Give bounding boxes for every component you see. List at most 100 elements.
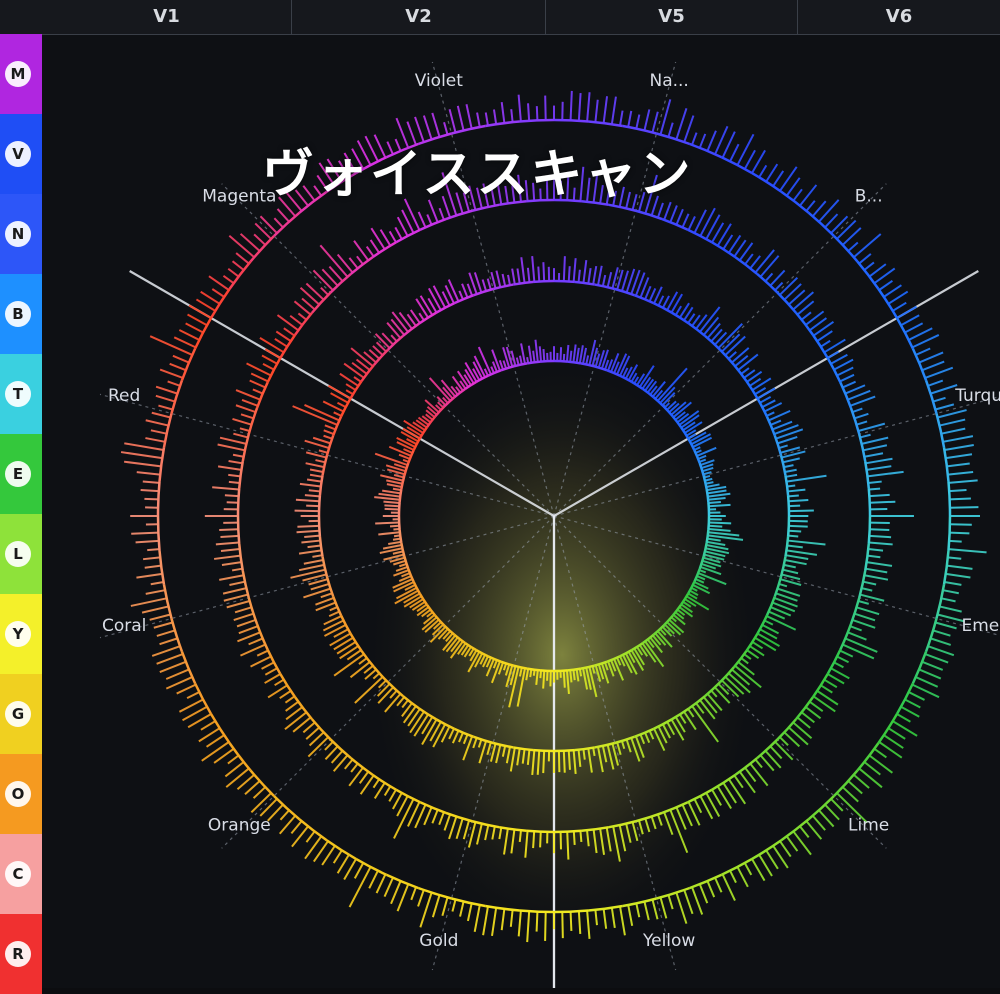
spectrum-bar: [562, 912, 563, 938]
spectrum-bar: [567, 832, 568, 860]
spectrum-bar: [383, 502, 399, 503]
spectrum-bar: [306, 506, 319, 507]
spectrum-bar: [385, 509, 400, 510]
ring-segment: [319, 496, 320, 516]
voice-column-header: V1 V2 V5 V6: [0, 0, 1000, 35]
legend-item-l[interactable]: L: [0, 514, 42, 594]
legend-item-g[interactable]: G: [0, 674, 42, 754]
ring-segment: [788, 496, 789, 516]
legend-item-o[interactable]: O: [0, 754, 42, 834]
spectrum-bar: [537, 106, 538, 120]
spectrum-bar: [593, 748, 594, 756]
zone-label-4: Turquo: [954, 386, 1000, 406]
spectrum-bar: [789, 531, 802, 532]
legend-letter: N: [5, 221, 31, 247]
spectrum-bar: [225, 495, 239, 496]
spectrum-bar: [533, 831, 534, 848]
legend-letter: L: [5, 541, 31, 567]
spectrum-bar: [789, 500, 809, 501]
spectrum-bar: [543, 262, 544, 281]
spectrum-bar: [789, 526, 808, 527]
legend-item-t[interactable]: T: [0, 354, 42, 434]
spectrum-bar: [570, 670, 571, 682]
spectrum-bar: [511, 109, 512, 122]
legend-letter: C: [5, 861, 31, 887]
ring-segment: [554, 120, 589, 122]
ring-segment: [540, 670, 554, 671]
ring-segment: [554, 831, 582, 832]
legend-letter: Y: [5, 621, 31, 647]
spectrum-bar: [949, 490, 966, 491]
legend-letter: B: [5, 301, 31, 327]
spectrum-bar: [569, 266, 570, 281]
column-v5[interactable]: V5: [546, 0, 798, 34]
ring-segment: [534, 281, 554, 282]
spectrum-bar: [143, 481, 160, 482]
ring-segment: [554, 670, 568, 671]
spectrum-bar: [709, 522, 731, 523]
ring-segment: [158, 516, 160, 551]
legend-item-m[interactable]: M: [0, 34, 42, 114]
legend-item-n[interactable]: N: [0, 194, 42, 274]
spectrum-bar: [538, 267, 539, 282]
spectrum-bar: [543, 671, 544, 689]
legend-item-b[interactable]: B: [0, 274, 42, 354]
spectrum-bar: [570, 351, 571, 362]
spectrum-bar: [131, 533, 158, 534]
ring-segment: [554, 910, 589, 912]
spectrum-bar: [520, 830, 521, 842]
zone-label-10: Coral: [102, 616, 146, 636]
spectrum-bar: [219, 529, 238, 530]
app-title: ヴォイススキャン: [262, 132, 822, 207]
column-label: V1: [153, 6, 179, 27]
spectrum-bar: [375, 522, 399, 523]
spectrum-bar: [564, 671, 565, 688]
spectrum-bar: [543, 349, 544, 361]
ring-segment: [554, 750, 574, 751]
spectrum-bar: [141, 490, 159, 491]
spectrum-bar: [709, 526, 723, 527]
zone-label-3: B...: [855, 186, 883, 206]
zone-label-6: Lime: [848, 816, 889, 836]
spectrum-bar: [709, 505, 731, 506]
spectrum-bar: [950, 507, 979, 508]
spectrum-bar: [220, 536, 238, 537]
ring-segment: [948, 516, 950, 551]
spectrum-bar: [304, 536, 320, 537]
zone-label-2: Na...: [649, 71, 688, 91]
color-legend-sidebar: MVNBTELYGOCR: [0, 34, 42, 988]
spectrum-bar: [571, 912, 572, 931]
legend-item-e[interactable]: E: [0, 434, 42, 514]
ring-segment: [238, 516, 239, 544]
spectrum-bar: [540, 832, 541, 848]
spectrum-bar: [147, 549, 159, 550]
legend-item-v[interactable]: V: [0, 114, 42, 194]
ring-segment: [319, 516, 320, 536]
legend-item-y[interactable]: Y: [0, 594, 42, 674]
ring-segment: [948, 481, 950, 516]
spectrum-bar: [870, 529, 890, 530]
spectrum-bar: [948, 557, 961, 558]
column-v6[interactable]: V6: [798, 0, 1000, 34]
legend-item-c[interactable]: C: [0, 834, 42, 914]
ring-segment: [554, 361, 568, 362]
column-v2[interactable]: V2: [292, 0, 546, 34]
spectrum-bar: [569, 751, 570, 770]
spectrum-bar: [789, 511, 814, 512]
spectrum-bar: [528, 103, 529, 120]
legend-letter: O: [5, 781, 31, 807]
column-label: V5: [658, 6, 684, 27]
legend-letter: E: [5, 461, 31, 487]
spectrum-bar: [583, 749, 584, 759]
ring-segment: [399, 502, 400, 516]
spectrum-bar: [571, 91, 572, 120]
spectrum-bar: [574, 831, 575, 845]
spectrum-bar: [229, 482, 240, 483]
legend-item-r[interactable]: R: [0, 914, 42, 994]
spectrum-bar: [305, 495, 320, 496]
zone-label-9: Orange: [208, 816, 271, 836]
spectrum-bar: [708, 502, 720, 503]
ring-segment: [788, 516, 789, 536]
column-v1[interactable]: V1: [42, 0, 292, 34]
spectrum-bar: [560, 347, 561, 361]
